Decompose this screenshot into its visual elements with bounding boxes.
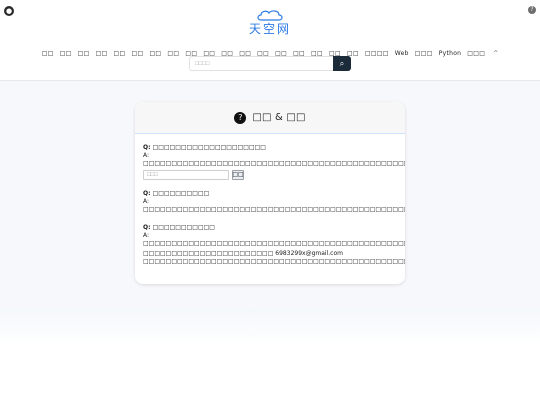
email-suffix-text: □□□□□□□□□□□□□□□□□□□□□□□□□□□□□□□□□□□□□□□□… [143,258,405,265]
question-2: Q: □□□□□□□□□□ [143,190,210,197]
answer-2: A: □□□□□□□□□□□□□□□□□□□□□□□□□□□□□□□□□□□□□… [143,198,405,213]
logo-text: 天空网 [248,22,291,36]
nav-item-5[interactable]: □□ [114,50,126,57]
qa-item-3: Q: □□□□□□□□□□□ A: □□□□□□□□□□□□□□□□□□□□□□… [143,224,405,266]
answer-submit-button[interactable]: □□ [232,170,244,180]
card-title: □□ & □□ [252,112,306,123]
nav-item-more[interactable]: □□□ [467,50,485,57]
nav-item-8[interactable]: □□ [167,50,179,57]
search-button[interactable]: ⌕ [333,56,351,71]
chevron-up-icon[interactable]: ^ [491,50,498,57]
user-icon[interactable]: ● [4,6,14,16]
search-icon: ⌕ [339,58,345,68]
nav-item-19[interactable]: □□□□ [365,50,389,57]
nav-item-python[interactable]: Python [439,50,462,57]
help-icon[interactable]: ? [528,6,536,14]
nav-item-4[interactable]: □□ [96,50,108,57]
answer-1: A: □□□□□□□□□□□□□□□□□□□□□□□□□□□□□□□□□□□□□… [143,152,405,167]
nav-item-1[interactable]: □□ [42,50,54,57]
help-circle-icon: ? [234,111,247,124]
nav-item-3[interactable]: □□ [78,50,90,57]
footer-background [0,308,540,405]
qa-item-2: Q: □□□□□□□□□□ A: □□□□□□□□□□□□□□□□□□□□□□□… [143,190,405,214]
main-nav: □□ □□ □□ □□ □□ □□ □□ □□ □□ □□ □□ □□ □□ □… [0,40,540,57]
qa-item-1: Q: □□□□□□□□□□□□□□□□□□□□ A: □□□□□□□□□□□□□… [143,144,405,180]
nav-item-web[interactable]: Web [395,50,409,57]
email-prefix-text: □□□□□□□□□□□□□□□□□□□□□□□ [143,250,276,257]
search-input[interactable] [189,56,333,71]
card-body: Q: □□□□□□□□□□□□□□□□□□□□ A: □□□□□□□□□□□□□… [135,134,405,274]
nav-item-7[interactable]: □□ [149,50,161,57]
qa-card: ? □□ & □□ Q: □□□□□□□□□□□□□□□□□□□□ A: □□□… [135,102,405,284]
card-header: ? □□ & □□ [135,102,405,134]
email-row: □□□□□□□□□□□□□□□□□□□□□□□ 6983299x@gmail.c… [143,250,405,266]
logo[interactable]: 天空网 [240,8,300,36]
nav-item-2[interactable]: □□ [60,50,72,57]
question-3: Q: □□□□□□□□□□□ [143,224,215,231]
question-1: Q: □□□□□□□□□□□□□□□□□□□□ [143,144,266,151]
answer-form: □□ [143,170,397,180]
nav-item-21[interactable]: □□□ [415,50,433,57]
search-bar: ⌕ [189,56,351,71]
nav-item-6[interactable]: □□ [132,50,144,57]
email-address[interactable]: 6983299x@gmail.com [275,250,343,257]
answer-input[interactable] [143,170,229,180]
answer-3: A: □□□□□□□□□□□□□□□□□□□□□□□□□□□□□□□□□□□□□… [143,232,405,247]
